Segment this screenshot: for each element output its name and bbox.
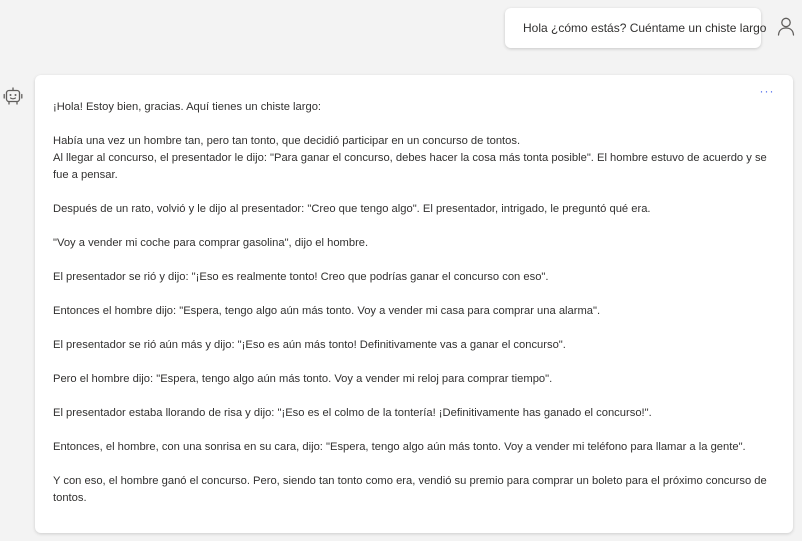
more-options-button[interactable]: ···: [757, 83, 777, 99]
bot-paragraph-9: El presentador estaba llorando de risa y…: [53, 407, 652, 419]
bot-message-card: ··· ¡Hola! Estoy bien, gracias. Aquí tie…: [35, 75, 793, 533]
user-message-text: Hola ¿cómo estás? Cuéntame un chiste lar…: [523, 21, 767, 35]
bot-message-text: ¡Hola! Estoy bien, gracias. Aquí tienes …: [53, 99, 777, 507]
bot-intro: ¡Hola! Estoy bien, gracias. Aquí tienes …: [53, 101, 322, 113]
bot-paragraph-10: Entonces, el hombre, con una sonrisa en …: [53, 441, 746, 453]
user-message-bubble: Hola ¿cómo estás? Cuéntame un chiste lar…: [505, 8, 766, 48]
bot-story-line-2: Al llegar al concurso, el presentador le…: [53, 152, 767, 181]
bot-icon: [3, 87, 23, 105]
bot-paragraph-7: El presentador se rió aún más y dijo: "¡…: [53, 339, 566, 351]
bot-story-line-1: Había una vez un hombre tan, pero tan to…: [53, 135, 521, 147]
bot-paragraph-6: Entonces el hombre dijo: "Espera, tengo …: [53, 305, 601, 317]
bot-paragraph-8: Pero el hombre dijo: "Espera, tengo algo…: [53, 373, 553, 385]
user-icon: [777, 17, 795, 36]
bot-paragraph-4: "Voy a vender mi coche para comprar gaso…: [53, 237, 369, 249]
bot-paragraph-5: El presentador se rió y dijo: "¡Eso es r…: [53, 271, 549, 283]
bot-paragraph-11: Y con eso, el hombre ganó el concurso. P…: [53, 475, 767, 504]
bot-paragraph-3: Después de un rato, volvió y le dijo al …: [53, 203, 651, 215]
bot-paragraph-story: Había una vez un hombre tan, pero tan to…: [53, 133, 777, 184]
